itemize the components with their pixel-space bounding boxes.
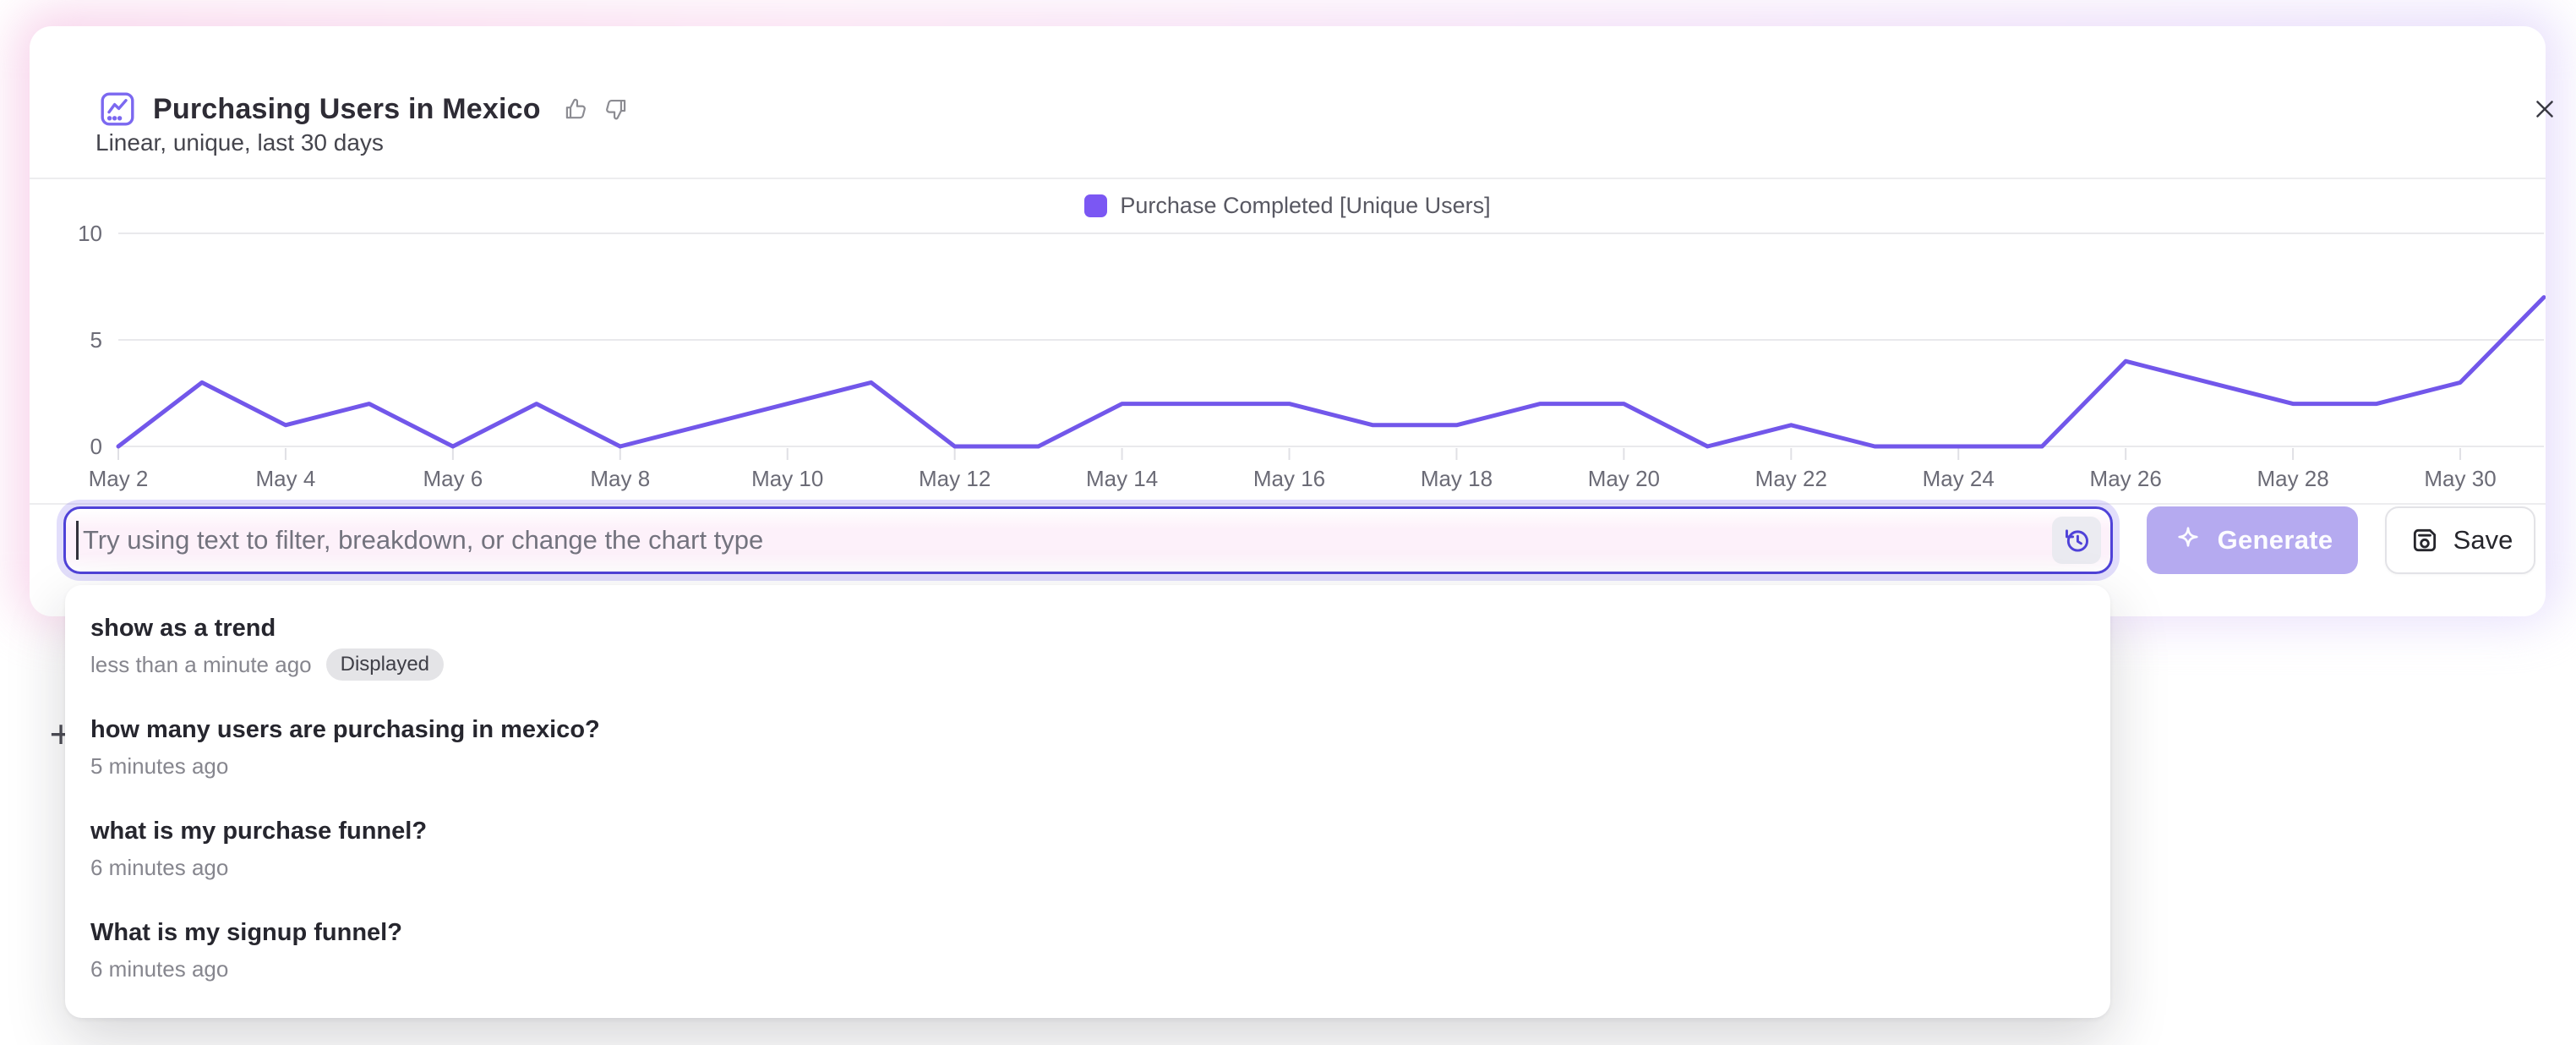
thumbs-up-button[interactable]	[563, 96, 589, 123]
save-button[interactable]: Save	[2385, 506, 2535, 574]
history-item[interactable]: What is my signup funnel? 6 minutes ago	[65, 900, 2110, 1001]
history-item-meta: 6 minutes ago	[90, 955, 2085, 982]
svg-text:May 22: May 22	[1755, 466, 1827, 491]
svg-text:May 20: May 20	[1588, 466, 1660, 491]
history-dropdown-list: show as a trend less than a minute ago D…	[65, 595, 2110, 1001]
history-item-meta: 6 minutes ago	[90, 854, 2085, 881]
legend-label[interactable]: Purchase Completed [Unique Users]	[1120, 193, 1490, 219]
history-item-time: 6 minutes ago	[90, 956, 228, 982]
thumbs-up-icon	[563, 96, 589, 123]
chart-divider	[30, 503, 2546, 505]
thumbs-down-icon	[603, 96, 629, 123]
chart-line-icon	[97, 89, 138, 129]
history-item-time: 6 minutes ago	[90, 855, 228, 881]
generate-button-label: Generate	[2218, 525, 2333, 555]
svg-text:May 16: May 16	[1253, 466, 1325, 491]
svg-text:May 18: May 18	[1421, 466, 1493, 491]
history-item-title: how many users are purchasing in mexico?	[90, 715, 2085, 744]
svg-text:May 8: May 8	[590, 466, 650, 491]
history-item[interactable]: how many users are purchasing in mexico?…	[65, 697, 2110, 798]
svg-text:May 12: May 12	[919, 466, 991, 491]
close-icon	[2531, 96, 2558, 123]
svg-text:May 2: May 2	[89, 466, 149, 491]
line-chart: 0 5 10 May 2 May 4 May 6 May 8 May 10 May 12 May …	[30, 222, 2546, 510]
save-button-label: Save	[2453, 525, 2513, 555]
history-item-title: what is my purchase funnel?	[90, 817, 2085, 845]
history-dropdown: show as a trend less than a minute ago D…	[65, 585, 2110, 1018]
close-button[interactable]	[2523, 87, 2567, 131]
history-item-time: less than a minute ago	[90, 652, 312, 678]
page-title: Purchasing Users in Mexico	[153, 93, 541, 126]
header-divider	[30, 178, 2546, 179]
svg-text:May 30: May 30	[2424, 466, 2496, 491]
svg-text:10: 10	[78, 222, 102, 246]
sparkle-icon	[2172, 524, 2204, 556]
legend-swatch[interactable]	[1084, 194, 1107, 217]
svg-text:May 28: May 28	[2257, 466, 2328, 491]
thumbs-down-button[interactable]	[603, 96, 629, 123]
svg-text:May 6: May 6	[423, 466, 483, 491]
svg-text:May 14: May 14	[1086, 466, 1158, 491]
card-header: Purchasing Users in Mexico	[97, 89, 629, 129]
history-button[interactable]	[2052, 517, 2101, 564]
history-item-time: 5 minutes ago	[90, 753, 228, 780]
history-item-badge: Displayed	[326, 648, 444, 681]
svg-text:5: 5	[90, 327, 102, 353]
svg-text:May 24: May 24	[1923, 466, 1995, 491]
history-item-title: show as a trend	[90, 614, 2085, 643]
svg-text:May 26: May 26	[2090, 466, 2162, 491]
save-floppy-icon	[2408, 523, 2442, 557]
chart-subtitle: Linear, unique, last 30 days	[96, 129, 384, 156]
feedback-buttons	[563, 96, 629, 123]
svg-text:May 4: May 4	[256, 466, 316, 491]
svg-text:0: 0	[90, 434, 102, 459]
history-item-title: What is my signup funnel?	[90, 918, 2085, 947]
history-item-meta: less than a minute ago Displayed	[90, 651, 2085, 678]
history-item[interactable]: show as a trend less than a minute ago D…	[65, 595, 2110, 697]
history-item-meta: 5 minutes ago	[90, 752, 2085, 780]
history-clock-icon	[2061, 525, 2093, 556]
prompt-input[interactable]	[63, 506, 2113, 574]
chart-legend: Purchase Completed [Unique Users]	[30, 192, 2546, 219]
text-caret	[76, 521, 79, 560]
generate-button[interactable]: Generate	[2147, 506, 2358, 574]
svg-text:May 10: May 10	[751, 466, 823, 491]
history-item[interactable]: what is my purchase funnel? 6 minutes ag…	[65, 798, 2110, 900]
